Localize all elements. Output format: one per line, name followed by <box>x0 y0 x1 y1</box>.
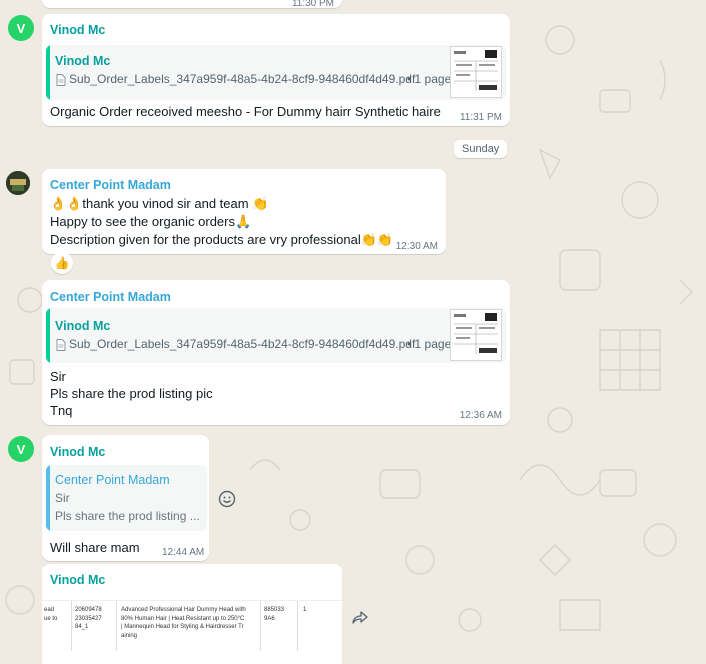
message-line: Happy to see the organic orders🙏 <box>50 214 252 229</box>
message-text: Will share mam <box>50 540 140 555</box>
table-cell: Advanced Professional Hair Dummy Head wi… <box>121 607 246 639</box>
message-bubble-partial: 11:30 PM <box>42 0 342 9</box>
reaction-badge[interactable]: 👍 <box>51 252 73 274</box>
message-bubble[interactable]: Vinod Mc ead ue to 20609478 23035427 84_… <box>42 564 342 664</box>
document-meta: • 1 page <box>407 337 452 351</box>
table-cell: 885033 9A6 <box>264 607 285 622</box>
avatar[interactable] <box>6 171 30 195</box>
message-time: 11:30 PM <box>291 0 334 9</box>
forward-button[interactable] <box>347 605 373 631</box>
avatar[interactable]: V <box>8 436 34 462</box>
reply-quote[interactable]: Center Point Madam Sir Pls share the pro… <box>46 465 207 531</box>
react-emoji-button[interactable] <box>215 487 239 511</box>
document-meta: • 1 page <box>407 72 452 86</box>
message-line: Sir <box>50 369 66 384</box>
document-icon <box>56 339 66 351</box>
thumbs-up-icon: 👍 <box>54 256 70 270</box>
document-thumbnail[interactable] <box>450 309 502 361</box>
document-name: Sub_Order_Labels_347a959f-48a5-4b24-8cf9… <box>69 337 416 351</box>
message-bubble[interactable]: Vinod Mc Vinod Mc Sub_Order_Labels_347a9… <box>42 14 510 126</box>
message-line: Pls share the prod listing pic <box>50 386 213 401</box>
sender-name[interactable]: Vinod Mc <box>50 23 105 37</box>
message-time: 12:44 AM <box>162 547 205 558</box>
message-bubble[interactable]: Center Point Madam Vinod Mc Sub_Order_La… <box>42 280 510 425</box>
message-bubble[interactable]: Center Point Madam 👌👌thank you vinod sir… <box>42 169 446 254</box>
profile-picture-icon <box>6 171 30 195</box>
document-thumbnail[interactable] <box>450 46 502 98</box>
message-line: Description given for the products are v… <box>50 232 394 247</box>
document-icon <box>56 74 66 86</box>
message-text: Organic Order receoived meesho - For Dum… <box>50 104 441 119</box>
quote-sender-name: Vinod Mc <box>55 319 111 333</box>
sender-name[interactable]: Vinod Mc <box>50 573 105 587</box>
document-quote[interactable]: Vinod Mc Sub_Order_Labels_347a959f-48a5-… <box>46 308 506 363</box>
message-time: 12:36 AM <box>459 410 502 421</box>
message-time: 12:30 AM <box>395 241 438 252</box>
table-cell: 20609478 23035427 84_1 <box>75 607 102 630</box>
quote-sender-name: Center Point Madam <box>55 473 170 487</box>
quote-line: Pls share the prod listing ... <box>55 509 200 523</box>
message-bubble[interactable]: Vinod Mc Center Point Madam Sir Pls shar… <box>42 435 209 561</box>
smiley-icon <box>218 490 236 508</box>
document-name: Sub_Order_Labels_347a959f-48a5-4b24-8cf9… <box>69 72 416 86</box>
day-separator: Sunday <box>454 140 508 158</box>
document-quote[interactable]: Vinod Mc Sub_Order_Labels_347a959f-48a5-… <box>46 45 506 100</box>
table-cell: ead ue to <box>44 607 58 622</box>
message-time: 11:31 PM <box>459 112 502 123</box>
quote-bar <box>46 465 50 531</box>
sender-name[interactable]: Center Point Madam <box>50 290 171 304</box>
message-line: Tnq <box>50 403 73 418</box>
quote-bar <box>46 308 50 363</box>
quote-line: Sir <box>55 491 70 505</box>
quote-sender-name: Vinod Mc <box>55 54 111 68</box>
sender-name[interactable]: Vinod Mc <box>50 445 105 459</box>
message-line: 👌👌thank you vinod sir and team 👏 <box>50 196 269 211</box>
avatar[interactable]: V <box>8 15 34 41</box>
table-image[interactable]: ead ue to 20609478 23035427 84_1 Advance… <box>42 600 342 651</box>
sender-name[interactable]: Center Point Madam <box>50 178 171 192</box>
forward-icon <box>352 611 368 624</box>
table-cell: 1 <box>303 607 307 613</box>
quote-bar <box>46 45 50 100</box>
